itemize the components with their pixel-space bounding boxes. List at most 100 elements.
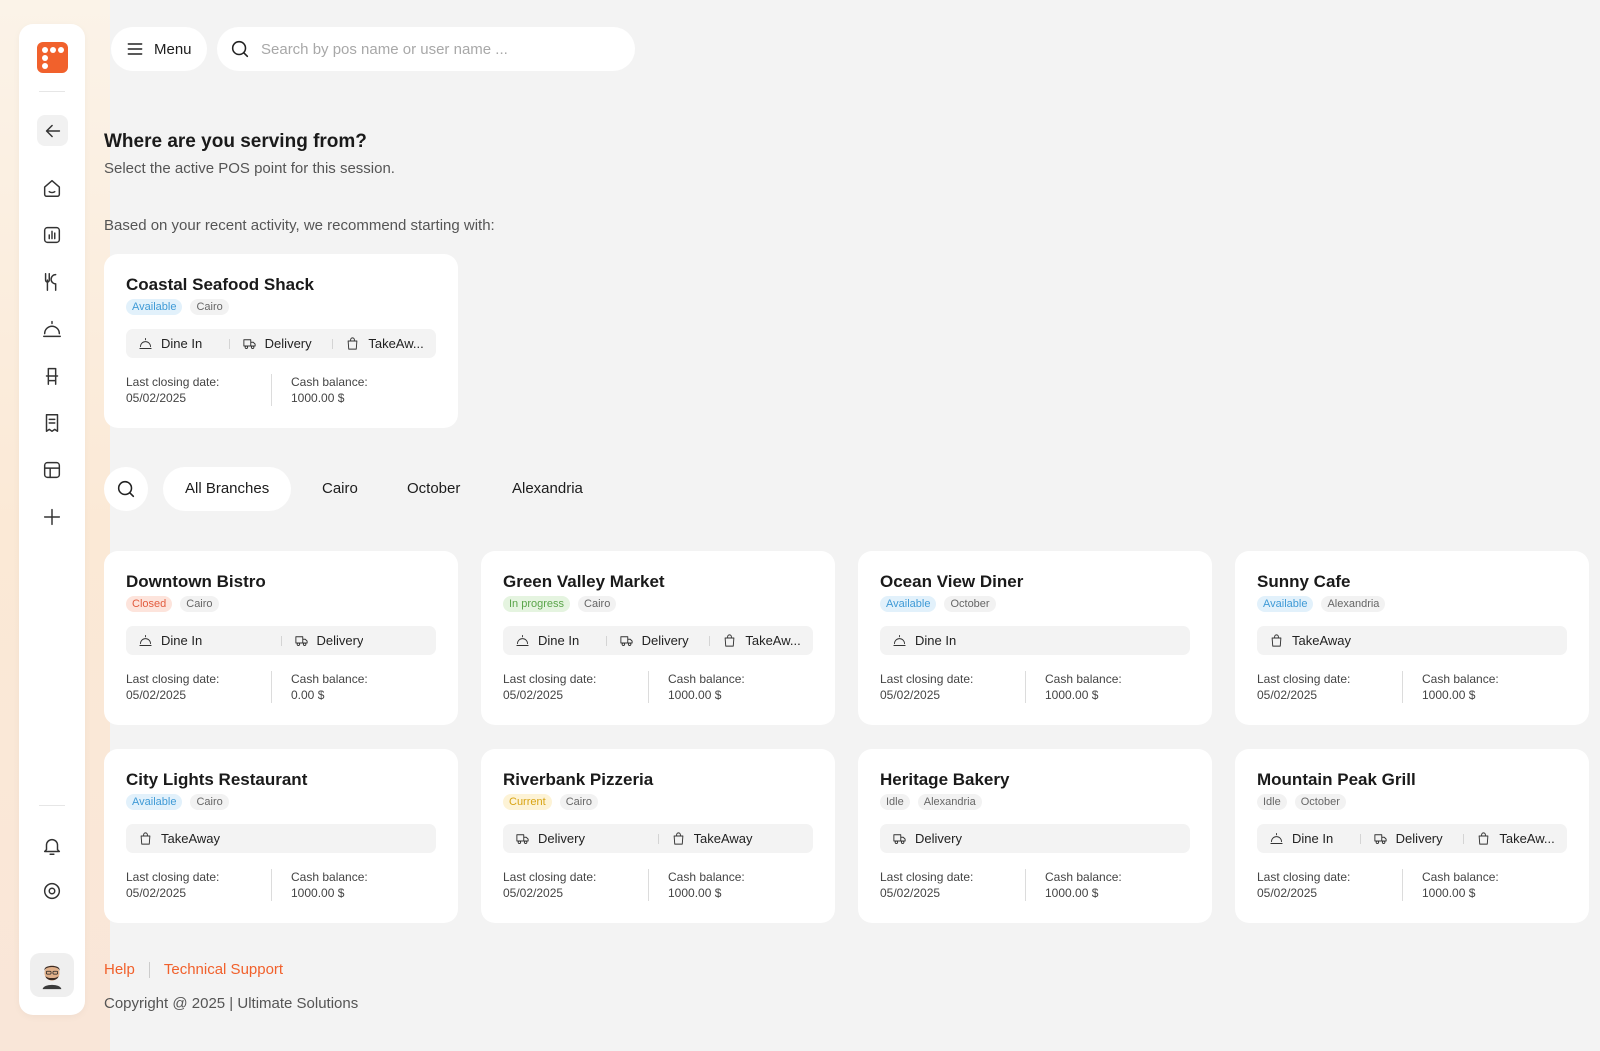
back-button[interactable]	[37, 115, 68, 146]
bag-icon	[673, 832, 683, 845]
status-badge: Available	[880, 596, 937, 612]
sidebar-item-layout[interactable]	[40, 458, 64, 482]
closing-date: 05/02/2025	[503, 688, 564, 702]
back-arrow-icon	[45, 124, 60, 137]
service-label: Delivery	[316, 633, 364, 648]
bag-icon	[725, 634, 735, 647]
closing-label: Last closing date:	[880, 672, 974, 686]
closing-label: Last closing date:	[503, 870, 597, 884]
pos-card[interactable]: Green Valley Market In progress Cairo Dine …	[481, 551, 835, 725]
closing-label: Last closing date:	[126, 870, 220, 884]
filter-tab-alexandria[interactable]: Alexandria	[490, 467, 605, 511]
service-delivery: Delivery	[242, 336, 321, 351]
pos-card[interactable]: Heritage Bakery Idle Alexandria Delivery Las…	[858, 749, 1212, 923]
sidebar-item-orders[interactable]	[40, 317, 64, 341]
sidebar-item-add[interactable]	[40, 505, 64, 529]
filter-tab-all-branches[interactable]: All Branches	[163, 467, 292, 511]
service-takeaway: TakeAway	[138, 831, 424, 846]
search-icon	[117, 480, 135, 498]
closing-date: 05/02/2025	[126, 391, 187, 405]
page-subtitle: Select the active POS point for this ses…	[104, 160, 395, 177]
cash-balance: Cash balance: 1000.00 $	[271, 374, 436, 406]
search-input[interactable]	[261, 40, 621, 58]
truck-icon	[516, 834, 529, 844]
cash-value: 1000.00 $	[1422, 688, 1476, 702]
service-separator	[709, 635, 711, 646]
service-separator	[1359, 833, 1361, 844]
service-label: Delivery	[538, 831, 585, 846]
service-label: TakeAway	[1292, 633, 1352, 648]
closing-label: Last closing date:	[880, 870, 974, 884]
filter-search-button[interactable]	[104, 467, 148, 511]
sidebar-item-menu-items[interactable]	[40, 270, 64, 294]
cloche-icon	[1270, 833, 1283, 844]
service-separator	[605, 635, 607, 646]
cash-balance: Cash balance: 1000.00 $	[271, 869, 436, 901]
pos-card[interactable]: Riverbank Pizzeria Current Cairo Delivery Ta…	[481, 749, 835, 923]
cloche-icon	[516, 635, 529, 646]
status-badge: Available	[126, 299, 183, 315]
last-closing: Last closing date: 05/02/2025	[880, 869, 1025, 901]
pos-card[interactable]: Mountain Peak Grill Idle October Dine In Del…	[1235, 749, 1589, 923]
recommended-pos-card[interactable]: Coastal Seafood Shack Available Cairo Dine …	[104, 254, 458, 428]
service-dine-in: Dine In	[138, 336, 217, 351]
pos-card[interactable]: Downtown Bistro Closed Cairo Dine In Deliver…	[104, 551, 458, 725]
sidebar-item-invoices[interactable]	[40, 411, 64, 435]
help-link[interactable]: Help	[104, 961, 135, 978]
branch-badge: Cairo	[578, 596, 617, 612]
branch-badge: October	[944, 596, 996, 612]
service-types: TakeAway	[126, 824, 436, 853]
pos-name: City Lights Restaurant	[126, 770, 308, 789]
service-dine-in: Dine In	[1269, 831, 1348, 846]
service-types: Dine In Delivery	[126, 626, 436, 655]
service-delivery: Delivery	[294, 633, 425, 648]
chart-icon	[43, 226, 61, 244]
bag-icon	[1271, 634, 1282, 647]
search-bar[interactable]	[217, 27, 635, 71]
last-closing: Last closing date: 05/02/2025	[1257, 671, 1402, 703]
last-closing: Last closing date: 05/02/2025	[880, 671, 1025, 703]
user-avatar-icon	[42, 965, 62, 990]
last-closing: Last closing date: 05/02/2025	[503, 869, 648, 901]
sidebar-divider	[39, 805, 65, 806]
pos-card[interactable]: City Lights Restaurant Available Cairo Take…	[104, 749, 458, 923]
pos-name: Ocean View Diner	[880, 572, 1024, 591]
sidebar-item-home[interactable]	[40, 176, 64, 200]
pos-name: Heritage Bakery	[880, 770, 1010, 789]
recommendation-text: Based on your recent activity, we recomm…	[104, 217, 495, 234]
cash-value: 0.00 $	[291, 688, 325, 702]
last-closing: Last closing date: 05/02/2025	[126, 869, 271, 901]
service-takeaw: TakeAw...	[1476, 831, 1555, 846]
service-label: Delivery	[641, 633, 689, 648]
sidebar-item-tables[interactable]	[40, 364, 64, 388]
branch-badge: Cairo	[180, 596, 219, 612]
menu-button[interactable]: Menu	[111, 27, 207, 71]
status-badge: Available	[1257, 596, 1314, 612]
menu-label: Menu	[154, 40, 192, 58]
filter-tab-cairo[interactable]: Cairo	[300, 467, 380, 511]
cash-balance: Cash balance: 1000.00 $	[1025, 869, 1190, 901]
service-label: Delivery	[264, 336, 312, 351]
service-types: Dine In Delivery TakeAw...	[1257, 824, 1567, 853]
sidebar-item-reports[interactable]	[40, 223, 64, 247]
cash-label: Cash balance:	[668, 870, 745, 884]
branch-badge: Alexandria	[917, 794, 982, 810]
settings-button[interactable]	[40, 879, 64, 903]
pos-card[interactable]: Sunny Cafe Available Alexandria TakeAway Las…	[1235, 551, 1589, 725]
notifications-button[interactable]	[40, 834, 64, 858]
avatar[interactable]	[30, 953, 74, 997]
cash-value: 1000.00 $	[291, 391, 345, 405]
app-logo[interactable]	[37, 42, 68, 73]
branch-badge: Alexandria	[1321, 596, 1386, 612]
hamburger-icon	[127, 43, 143, 55]
status-badge: Current	[503, 794, 552, 810]
filter-tab-october[interactable]: October	[385, 467, 482, 511]
technical-support-link[interactable]: Technical Support	[164, 961, 283, 978]
status-badge: Idle	[880, 794, 910, 810]
service-separator	[228, 338, 230, 349]
closing-date: 05/02/2025	[1257, 688, 1318, 702]
closing-label: Last closing date:	[126, 672, 220, 686]
service-types: Dine In Delivery TakeAw...	[503, 626, 813, 655]
pos-card[interactable]: Ocean View Diner Available October Dine In L…	[858, 551, 1212, 725]
pos-name: Downtown Bistro	[126, 572, 266, 591]
